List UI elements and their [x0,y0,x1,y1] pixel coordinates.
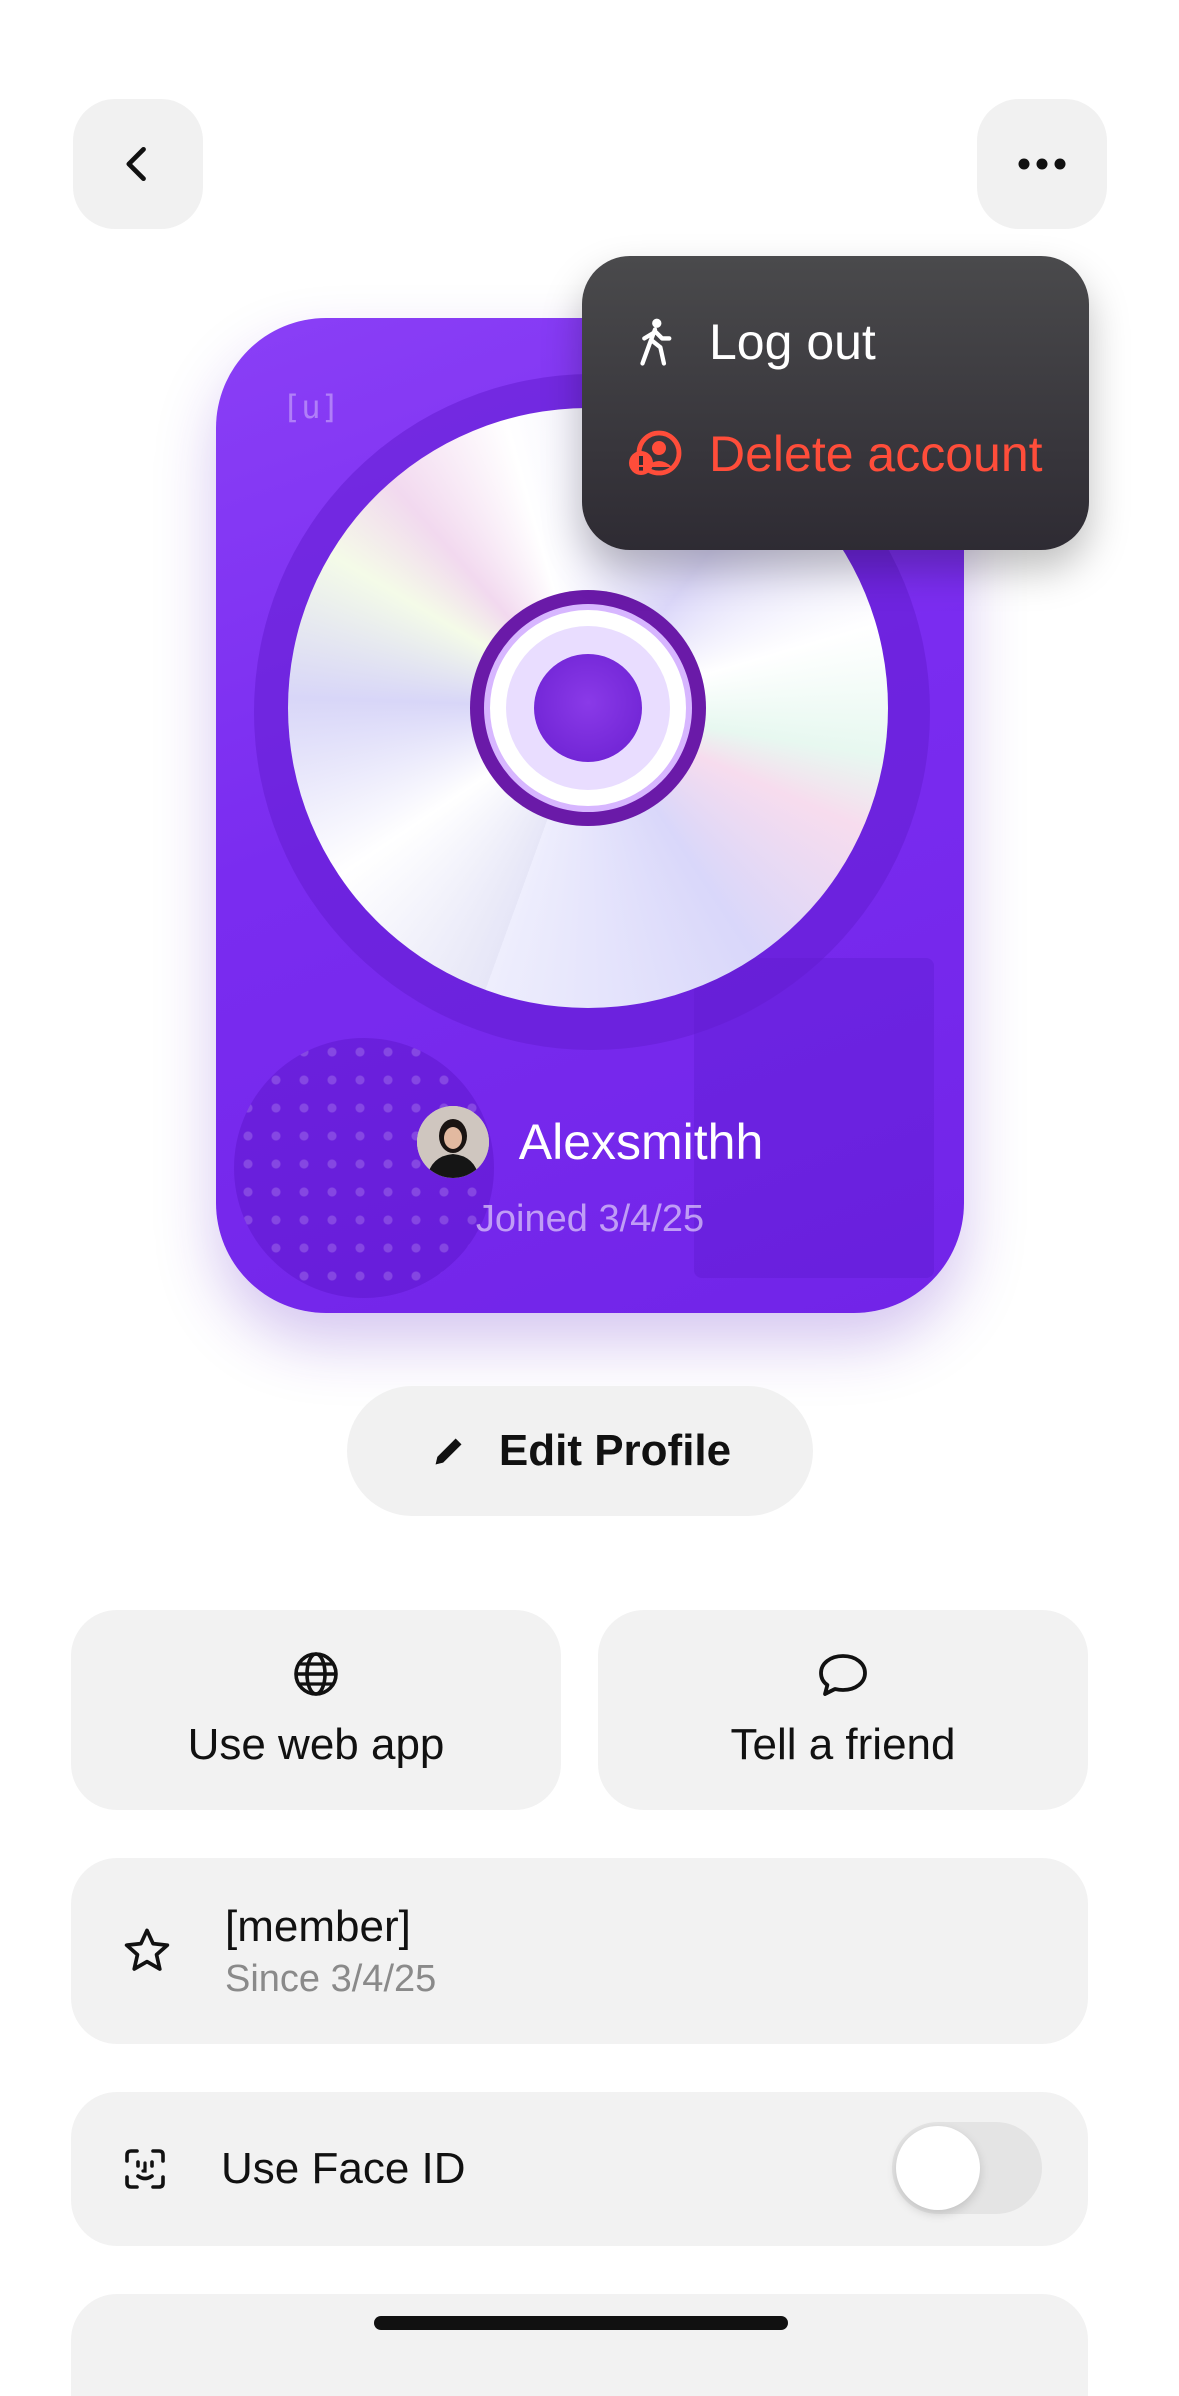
user-row: Alexsmithh [216,1106,964,1178]
edit-profile-button[interactable]: Edit Profile [347,1386,813,1516]
username: Alexsmithh [518,1114,764,1170]
avatar[interactable] [416,1106,489,1178]
membership-title: [member] [225,1901,411,1951]
membership-since: Since 3/4/25 [225,1957,437,2000]
pencil-icon [435,1438,462,1465]
menu-item-label: Log out [709,314,876,370]
globe-icon [294,1652,338,1696]
joined-date: Joined 3/4/25 [475,1198,705,1240]
edit-profile-label: Edit Profile [498,1426,732,1475]
user-alert-icon [627,426,683,482]
walking-person-icon [627,314,683,370]
menu-item-log-out[interactable]: Log out [627,314,1089,370]
tell-a-friend-label: Tell a friend [730,1720,956,1769]
face-id-row: Use Face ID [71,2092,1088,2246]
use-web-app-button[interactable]: Use web app [71,1610,561,1810]
use-web-app-label: Use web app [187,1720,445,1769]
toggle-knob [896,2126,980,2210]
menu-item-delete-account[interactable]: Delete account [627,426,1089,482]
options-menu: Log out Delete account [582,256,1089,550]
face-id-label: Use Face ID [221,2144,466,2193]
ellipsis-icon [1018,158,1066,170]
face-id-icon [125,2149,165,2189]
tell-a-friend-button[interactable]: Tell a friend [598,1610,1088,1810]
chevron-left-icon [126,146,146,182]
membership-row[interactable]: [member] Since 3/4/25 [71,1858,1088,2044]
more-options-button[interactable] [977,99,1107,229]
avatar-image [416,1106,489,1178]
chat-bubble-icon [819,1654,867,1696]
card-tag: [u] [282,388,340,426]
star-icon [124,1928,170,1971]
menu-item-label: Delete account [709,426,1043,482]
home-indicator[interactable] [374,2316,788,2330]
face-id-toggle[interactable] [892,2122,1042,2214]
settings-row[interactable] [71,2294,1088,2396]
back-button[interactable] [73,99,203,229]
disc-hub [534,654,642,762]
